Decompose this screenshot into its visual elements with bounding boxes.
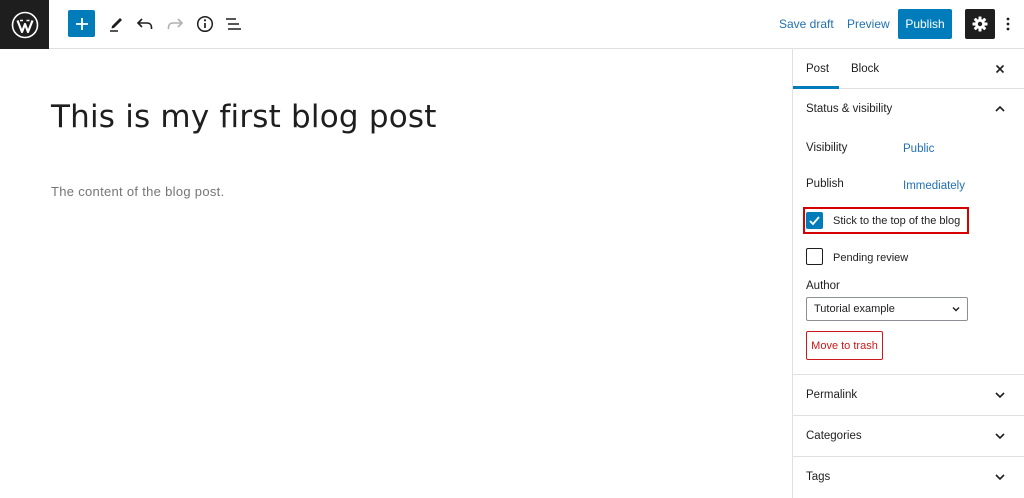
sidebar-tabs: Post Block [793,49,1024,89]
editor-header: Save draft Preview Publish [0,0,1024,49]
plus-icon [75,17,88,30]
gear-icon [972,16,988,32]
wordpress-logo-icon[interactable] [0,0,49,49]
chevron-down-icon [995,433,1005,440]
tab-post[interactable]: Post [806,63,829,75]
tags-panel-toggle[interactable]: Tags [793,457,1024,498]
details-button[interactable] [191,10,219,38]
visibility-value-button[interactable]: Public [903,143,934,155]
info-icon [196,15,214,33]
post-title[interactable]: This is my first blog post [51,99,437,135]
move-to-trash-button[interactable]: Move to trash [806,331,883,360]
sticky-checkbox[interactable] [806,212,823,229]
permalink-panel-toggle[interactable]: Permalink [793,375,1024,416]
tab-block[interactable]: Block [851,63,879,75]
chevron-up-icon [995,105,1005,112]
list-view-button[interactable] [220,10,248,38]
settings-button[interactable] [965,9,995,39]
close-icon [995,64,1005,74]
author-select-value: Tutorial example [814,303,895,315]
chevron-down-icon [995,474,1005,481]
categories-panel-toggle[interactable]: Categories [793,416,1024,457]
more-options-button[interactable] [1001,11,1015,37]
checkmark-icon [809,216,820,226]
post-content-paragraph[interactable]: The content of the blog post. [51,184,224,199]
settings-sidebar: Post Block Status & visibility Visibilit… [792,49,1024,498]
publish-label: Publish [806,178,844,190]
pencil-icon [110,18,122,32]
chevron-down-icon [995,392,1005,399]
redo-button[interactable] [161,10,189,38]
undo-button[interactable] [131,10,159,38]
preview-button[interactable]: Preview [847,17,890,31]
add-block-button[interactable] [68,10,95,37]
undo-icon [136,18,153,29]
pending-review-checkbox[interactable] [806,248,823,265]
publish-date-button[interactable]: Immediately [903,180,965,192]
tools-button[interactable] [102,10,130,38]
sticky-label[interactable]: Stick to the top of the blog [833,215,960,227]
panel-title: Tags [806,471,831,483]
close-sidebar-button[interactable] [993,62,1007,76]
redo-icon [167,18,184,29]
chevron-down-icon [952,307,960,312]
author-select[interactable]: Tutorial example [806,297,968,321]
list-view-icon [226,18,241,30]
panel-title: Status & visibility [806,103,893,115]
panel-title: Categories [806,430,862,442]
panel-title: Permalink [806,389,858,401]
save-draft-button[interactable]: Save draft [779,17,834,31]
more-vertical-icon [1006,17,1010,31]
status-visibility-panel-toggle[interactable]: Status & visibility [793,89,1024,130]
publish-button[interactable]: Publish [898,9,952,39]
visibility-label: Visibility [806,142,848,154]
author-label: Author [806,280,840,292]
pending-review-label[interactable]: Pending review [833,252,908,264]
